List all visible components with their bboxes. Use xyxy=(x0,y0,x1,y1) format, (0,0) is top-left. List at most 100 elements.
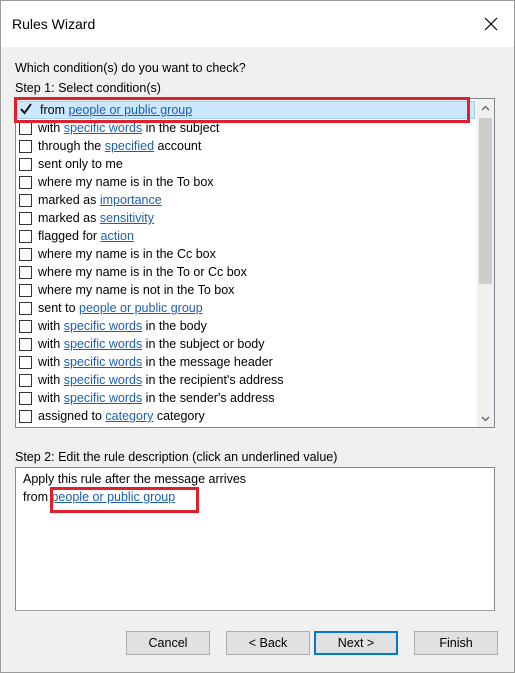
condition-text: sent only to me xyxy=(38,155,123,173)
condition-text-post: account xyxy=(154,139,202,153)
condition-row[interactable]: with specific words in the sender's addr… xyxy=(16,389,476,407)
checkbox[interactable] xyxy=(19,320,32,333)
condition-link[interactable]: people or public group xyxy=(68,103,192,117)
condition-text-pre: with xyxy=(38,337,64,351)
condition-text: through the specified account xyxy=(38,137,201,155)
condition-text-pre: where my name is in the To box xyxy=(38,175,214,189)
condition-row[interactable]: with specific words in the message heade… xyxy=(16,353,476,371)
condition-row[interactable]: where my name is in the Cc box xyxy=(16,245,476,263)
condition-text-pre: assigned to xyxy=(38,409,106,423)
condition-link[interactable]: people or public group xyxy=(79,301,203,315)
step1-label: Step 1: Select condition(s) xyxy=(15,81,161,95)
condition-link[interactable]: sensitivity xyxy=(100,211,154,225)
condition-link[interactable]: action xyxy=(101,229,134,243)
condition-row[interactable]: marked as importance xyxy=(16,191,476,209)
condition-text-pre: with xyxy=(38,373,64,387)
condition-link[interactable]: specific words xyxy=(64,373,143,387)
condition-link[interactable]: specific words xyxy=(64,391,143,405)
checkbox[interactable] xyxy=(19,122,32,135)
checkbox[interactable] xyxy=(19,266,32,279)
condition-text-post: category xyxy=(153,409,205,423)
condition-text-post: in the subject or body xyxy=(142,337,265,351)
checkbox[interactable] xyxy=(19,410,32,423)
cancel-button[interactable]: Cancel xyxy=(126,631,210,655)
condition-text-pre: with xyxy=(38,391,64,405)
checkbox[interactable] xyxy=(19,356,32,369)
condition-link[interactable]: importance xyxy=(100,193,162,207)
condition-text-post: in the subject xyxy=(142,121,220,135)
condition-text: where my name is in the Cc box xyxy=(38,245,216,263)
condition-text-pre: where my name is not in the To box xyxy=(38,283,235,297)
condition-row[interactable]: assigned to category category xyxy=(16,407,476,425)
condition-text-post: in the message header xyxy=(142,355,273,369)
condition-text: with specific words in the message heade… xyxy=(38,353,273,371)
condition-link[interactable]: category xyxy=(105,409,153,423)
condition-link[interactable]: specific words xyxy=(64,121,143,135)
checkbox[interactable] xyxy=(19,176,32,189)
chevron-down-icon xyxy=(481,416,490,421)
back-button[interactable]: < Back xyxy=(226,631,310,655)
condition-text-pre: with xyxy=(38,319,64,333)
condition-text-post: in the sender's address xyxy=(142,391,275,405)
condition-text-pre: sent only to me xyxy=(38,157,123,171)
scroll-up-button[interactable] xyxy=(477,99,494,116)
rule-description-box: Apply this rule after the message arrive… xyxy=(15,467,495,611)
chevron-up-icon xyxy=(481,105,490,110)
checkbox[interactable] xyxy=(19,248,32,261)
condition-text: assigned to category category xyxy=(38,407,205,425)
condition-row[interactable]: where my name is in the To or Cc box xyxy=(16,263,476,281)
condition-link[interactable]: specific words xyxy=(64,337,143,351)
condition-link[interactable]: specific words xyxy=(64,319,143,333)
checkbox[interactable] xyxy=(19,230,32,243)
next-button[interactable]: Next > xyxy=(314,631,398,655)
checkbox[interactable] xyxy=(19,302,32,315)
condition-row[interactable]: through the specified account xyxy=(16,137,476,155)
condition-row[interactable]: where my name is in the To box xyxy=(16,173,476,191)
conditions-rows: from people or public group with specific… xyxy=(16,101,476,425)
description-people-link[interactable]: people or public group xyxy=(51,490,175,504)
checkbox-checked[interactable] xyxy=(20,103,32,115)
conditions-list[interactable]: from people or public group with specific… xyxy=(15,98,495,428)
condition-link[interactable]: specific words xyxy=(64,355,143,369)
condition-row[interactable]: with specific words in the subject or bo… xyxy=(16,335,476,353)
condition-text-post: in the body xyxy=(142,319,207,333)
checkbox[interactable] xyxy=(19,392,32,405)
condition-text-pre: marked as xyxy=(38,193,100,207)
scroll-down-button[interactable] xyxy=(477,410,494,427)
condition-text-pre: from xyxy=(40,103,69,117)
condition-row[interactable]: flagged for action xyxy=(16,227,476,245)
condition-text-pre: through the xyxy=(38,139,105,153)
condition-row[interactable]: from people or public group xyxy=(17,101,475,119)
condition-row[interactable]: sent only to me xyxy=(16,155,476,173)
conditions-scrollbar[interactable] xyxy=(477,99,494,427)
checkbox[interactable] xyxy=(19,140,32,153)
condition-text: where my name is not in the To box xyxy=(38,281,234,299)
checkbox[interactable] xyxy=(19,338,32,351)
description-from-text: from xyxy=(23,490,52,504)
checkbox[interactable] xyxy=(19,158,32,171)
checkbox[interactable] xyxy=(19,374,32,387)
condition-row[interactable]: where my name is not in the To box xyxy=(16,281,476,299)
condition-row[interactable]: with specific words in the subject xyxy=(16,119,476,137)
condition-row[interactable]: marked as sensitivity xyxy=(16,209,476,227)
condition-row[interactable]: with specific words in the body xyxy=(16,317,476,335)
condition-text: with specific words in the subject xyxy=(38,119,219,137)
condition-row[interactable]: with specific words in the recipient's a… xyxy=(16,371,476,389)
condition-text-pre: marked as xyxy=(38,211,100,225)
condition-text: where my name is in the To box xyxy=(38,173,214,191)
condition-row[interactable]: sent to people or public group xyxy=(16,299,476,317)
checkbox[interactable] xyxy=(19,284,32,297)
description-line-1: Apply this rule after the message arrive… xyxy=(23,472,247,486)
scroll-thumb[interactable] xyxy=(479,118,492,284)
condition-link[interactable]: specified xyxy=(105,139,154,153)
condition-text-pre: where my name is in the To or Cc box xyxy=(38,265,247,279)
close-icon xyxy=(484,17,498,31)
condition-text: from people or public group xyxy=(40,102,192,118)
checkbox[interactable] xyxy=(19,194,32,207)
condition-text-pre: flagged for xyxy=(38,229,101,243)
description-line-2: from people or public group xyxy=(23,490,175,504)
checkbox[interactable] xyxy=(19,212,32,225)
close-button[interactable] xyxy=(468,1,514,47)
condition-text: where my name is in the To or Cc box xyxy=(38,263,247,281)
finish-button[interactable]: Finish xyxy=(414,631,498,655)
